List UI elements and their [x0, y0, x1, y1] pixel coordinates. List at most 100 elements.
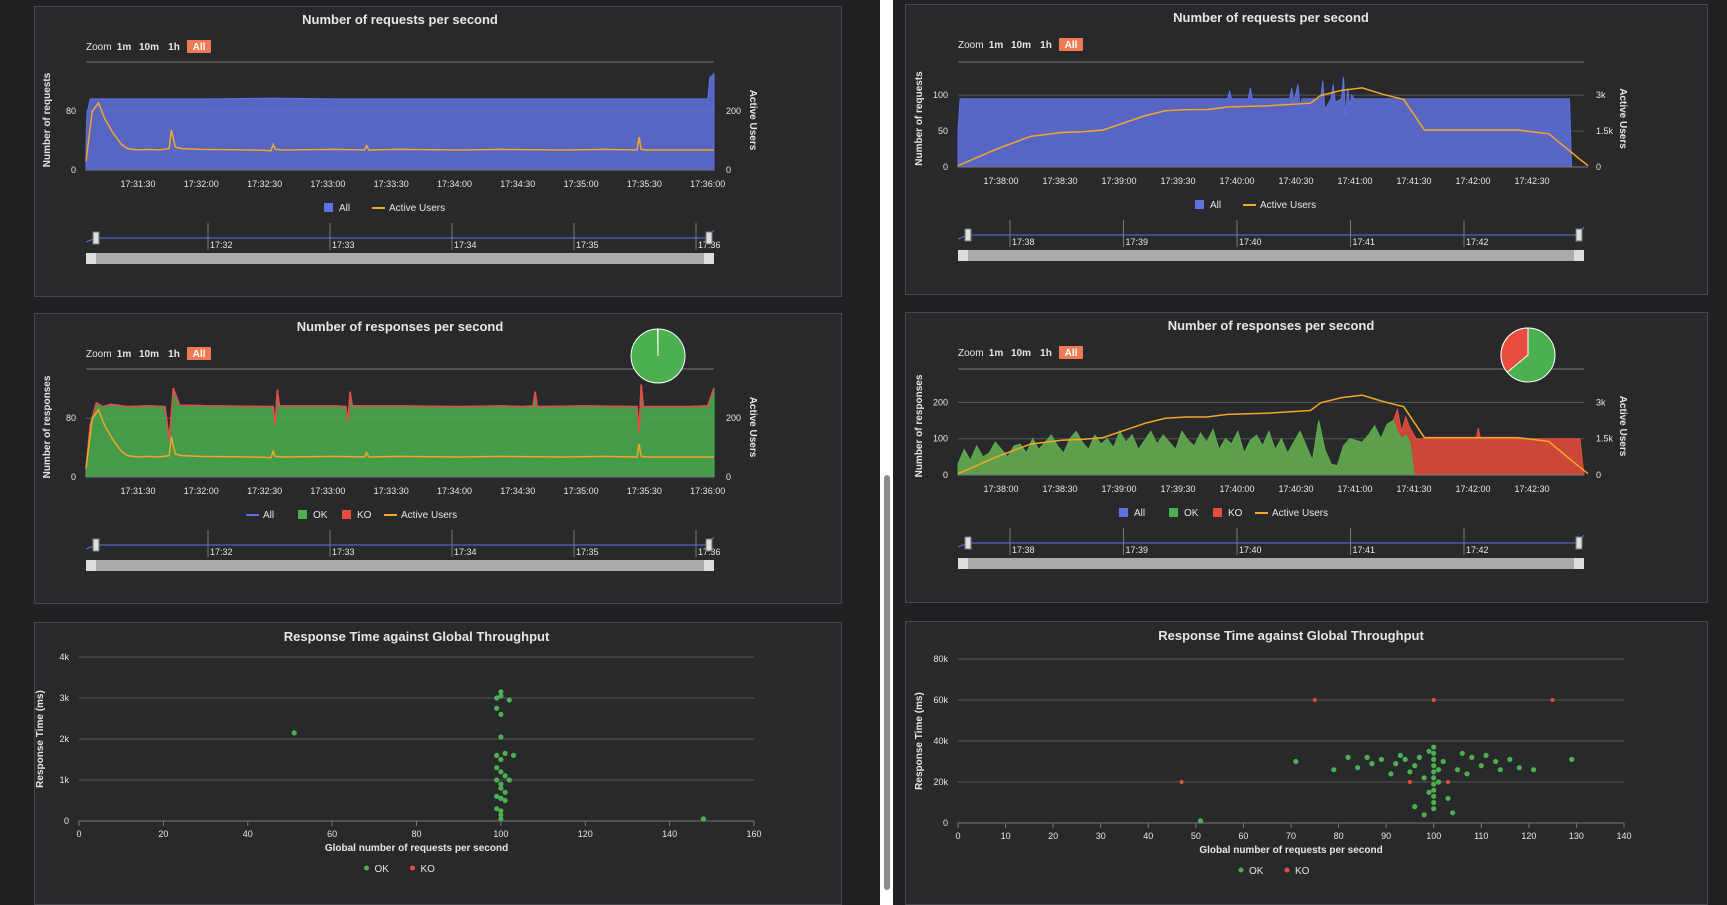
right-requests-nav-line	[957, 226, 1585, 240]
right-responses-legend-swatch-0[interactable]	[1119, 508, 1128, 517]
left-requests-legend-1[interactable]: Active Users	[389, 203, 445, 214]
left-requests-zoom-1m[interactable]: 1m	[117, 42, 132, 53]
right-responses-legend-3[interactable]: Active Users	[1272, 508, 1328, 519]
right-responses-nav-handle-right[interactable]	[1575, 536, 1583, 550]
right-responses-legend-2[interactable]: KO	[1228, 508, 1243, 519]
window-scrollbar[interactable]	[880, 0, 893, 905]
right-responses-legend-1[interactable]: OK	[1184, 508, 1199, 519]
right-scatter-point-ok-20	[1431, 763, 1437, 769]
left-requests-nav-handle-left[interactable]	[92, 231, 100, 245]
right-responses-panel: Number of responses per second Zoom 1m 10m 1…	[905, 312, 1708, 603]
right-requests-legend-swatch-0[interactable]	[1195, 200, 1204, 209]
right-responses-nav-handle-left[interactable]	[964, 536, 972, 550]
right-requests-legend-0[interactable]: All	[1210, 200, 1221, 211]
right-responses-zoom-1h[interactable]: 1h	[1040, 348, 1052, 359]
left-requests-nav-scroll-right-button[interactable]	[704, 253, 714, 264]
right-requests-zoom-All[interactable]: All	[1065, 40, 1078, 51]
right-responses-legend-swatch-2[interactable]	[1213, 508, 1222, 517]
right-responses-nav-scroll-left-button[interactable]	[958, 558, 968, 569]
right-responses-zoom-10m[interactable]: 10m	[1011, 348, 1031, 359]
left-requests-nav-handle-right[interactable]	[705, 231, 713, 245]
left-responses-zoom-10m[interactable]: 10m	[139, 349, 159, 360]
right-scatter-xtick-7: 70	[1286, 831, 1296, 841]
left-scatter-legend-swatch-0[interactable]	[364, 865, 369, 871]
right-requests-nav-handle-right[interactable]	[1575, 228, 1583, 242]
left-scatter-point-ok-8	[494, 752, 500, 758]
left-responses-legend-2[interactable]: KO	[357, 510, 372, 521]
right-scatter-point-ok-46	[1412, 804, 1418, 810]
left-responses-legend-3[interactable]: Active Users	[401, 510, 457, 521]
left-scatter-legend-swatch-1[interactable]	[410, 865, 415, 871]
right-scatter-ytick-0: 0	[943, 818, 948, 828]
right-requests-legend-1[interactable]: Active Users	[1260, 200, 1316, 211]
left-requests-legend-0[interactable]: All	[339, 203, 350, 214]
left-requests-nav-scroll-left-button[interactable]	[86, 253, 96, 264]
left-responses-xtick-9: 17:36:00	[690, 486, 725, 496]
left-requests-zoom-10m[interactable]: 10m	[139, 42, 159, 53]
left-requests-chart: Number of requests per second Zoom 1m 10m 1h…	[42, 12, 758, 264]
right-scatter-xtick-12: 120	[1521, 831, 1536, 841]
right-scatter-point-ko-0	[1179, 780, 1184, 784]
right-scatter-panel: Response Time against Global Throughput 0…	[905, 621, 1708, 905]
right-responses-legend-swatch-1[interactable]	[1169, 508, 1178, 517]
right-scatter-point-ok-28	[1426, 789, 1432, 795]
right-requests-nav-scrollbar[interactable]	[958, 250, 1584, 261]
left-responses-nav-scroll-left-button[interactable]	[86, 560, 96, 571]
left-scatter-legend-0[interactable]: OK	[375, 864, 390, 875]
left-responses-nav-scrollbar[interactable]	[86, 560, 714, 571]
right-scatter-ytick-4: 80k	[933, 654, 948, 664]
left-responses-nav-tick-0: 17:32	[210, 547, 233, 557]
left-requests-zoom-1h[interactable]: 1h	[168, 42, 180, 53]
right-requests-y2tick-0: 0	[1596, 162, 1601, 172]
right-requests-nav-tick-4: 17:42	[1466, 237, 1489, 247]
left-responses-legend-1[interactable]: OK	[313, 510, 328, 521]
left-responses-zoom-1h[interactable]: 1h	[168, 349, 180, 360]
right-responses-zoom-label: Zoom	[958, 348, 984, 359]
left-responses-pie-ko[interactable]	[656, 328, 659, 357]
left-responses-zoom-All[interactable]: All	[193, 349, 206, 360]
right-requests-zoom-1m[interactable]: 1m	[989, 40, 1004, 51]
left-responses-xtick-4: 17:33:30	[374, 486, 409, 496]
left-requests-xtick-5: 17:34:00	[437, 179, 472, 189]
left-scatter-legend-1[interactable]: KO	[421, 864, 436, 875]
right-scatter-legend-1[interactable]: KO	[1295, 866, 1310, 877]
right-responses-zoom-All[interactable]: All	[1065, 348, 1078, 359]
left-responses-xtick-3: 17:33:00	[310, 486, 345, 496]
left-requests-zoom-All[interactable]: All	[193, 42, 206, 53]
right-responses-nav-scroll-right-button[interactable]	[1574, 558, 1584, 569]
right-responses-ylabel: Number of responses	[914, 374, 925, 477]
right-requests-nav-handle-left[interactable]	[964, 228, 972, 242]
right-requests-nav-scroll-left-button[interactable]	[958, 250, 968, 261]
right-scatter-point-ok-4	[1355, 765, 1361, 771]
right-responses-zoom-1m[interactable]: 1m	[989, 348, 1004, 359]
right-scatter-point-ok-41	[1497, 767, 1503, 773]
left-responses-chart: Number of responses per second Zoom 1m 10m 1…	[42, 319, 758, 571]
right-scatter-legend-swatch-1[interactable]	[1284, 867, 1290, 873]
right-responses-nav-scrollbar[interactable]	[958, 558, 1584, 569]
left-responses-nav-handle-left[interactable]	[92, 538, 100, 552]
right-scatter-legend-0[interactable]: OK	[1249, 866, 1264, 877]
left-scatter-point-ok-5	[494, 705, 500, 711]
left-requests-legend-swatch-0[interactable]	[324, 203, 333, 212]
right-requests-xtick-4: 17:40:00	[1219, 176, 1254, 186]
right-requests-nav-scroll-right-button[interactable]	[1574, 250, 1584, 261]
left-requests-xtick-3: 17:33:00	[310, 179, 345, 189]
left-responses-nav-handle-right[interactable]	[705, 538, 713, 552]
right-responses-y2tick-0: 0	[1596, 470, 1601, 480]
left-requests-nav-scrollbar[interactable]	[86, 253, 714, 264]
right-requests-xtick-2: 17:39:00	[1101, 176, 1136, 186]
right-requests-zoom-10m[interactable]: 10m	[1011, 40, 1031, 51]
right-scatter-legend-swatch-0[interactable]	[1238, 867, 1244, 873]
left-responses-zoom-1m[interactable]: 1m	[117, 349, 132, 360]
right-responses-legend-0[interactable]: All	[1134, 508, 1145, 519]
right-requests-zoom-label: Zoom	[958, 40, 984, 51]
scrollbar-thumb[interactable]	[884, 475, 890, 890]
right-scatter-point-ok-30	[1435, 767, 1442, 773]
left-responses-legend-swatch-2[interactable]	[342, 510, 351, 519]
left-responses-legend-swatch-1[interactable]	[298, 510, 307, 519]
left-responses-legend-0[interactable]: All	[263, 510, 274, 521]
right-requests-zoom-1h[interactable]: 1h	[1040, 40, 1052, 51]
right-scatter-xtick-5: 50	[1191, 831, 1201, 841]
left-scatter-point-ok-11	[498, 756, 504, 763]
left-responses-nav-scroll-right-button[interactable]	[704, 560, 714, 571]
